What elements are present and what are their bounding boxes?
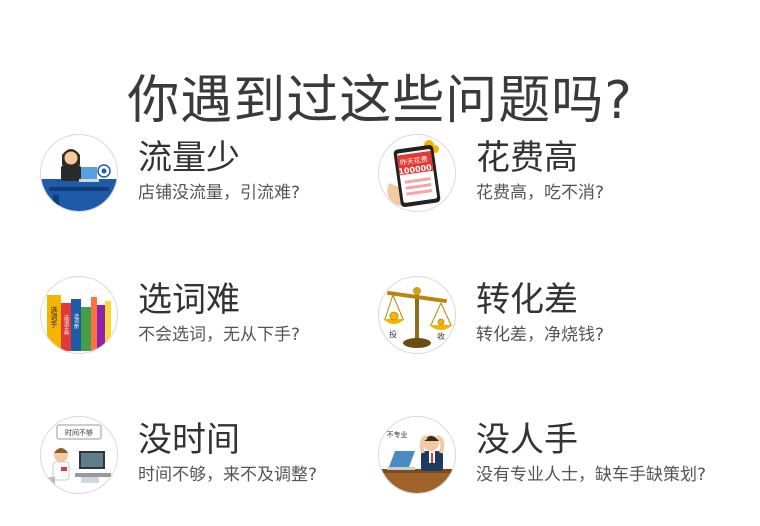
problem-desc: 不会选词，无从下手?: [138, 325, 301, 345]
problem-card-traffic: 流量少 店铺没流量，引流难?: [40, 134, 380, 214]
frustrated-worker-icon: 不专业: [378, 416, 456, 494]
problem-title: 没时间: [138, 420, 240, 460]
bubble-text: 时间不够: [65, 428, 93, 437]
sign-text: 不专业: [387, 430, 408, 439]
book-label-1: 选词手: [50, 306, 58, 329]
problem-desc: 转化差，净烧钱?: [476, 325, 605, 345]
problem-title: 没人手: [476, 420, 578, 460]
problem-title: 流量少: [138, 138, 240, 178]
scale-label-left: 投: [389, 329, 397, 339]
scale-label-right: 收: [437, 331, 445, 341]
problem-desc: 花费高，吃不消?: [476, 183, 605, 203]
problem-title: 选词难: [138, 280, 240, 320]
books-icon: 选词手 选词字典 选词册: [40, 276, 118, 354]
problem-title: 花费高: [476, 138, 578, 178]
problem-card-keywords: 选词手 选词字典 选词册 选词难 不会选词，无从下手?: [40, 276, 380, 356]
balance-scale-icon: 投 收: [378, 276, 456, 354]
problem-title: 转化差: [476, 280, 578, 320]
problem-card-cost: 昨天花费 100000 花费高 花费高，吃不消?: [378, 134, 718, 214]
problem-desc: 店铺没流量，引流难?: [138, 183, 301, 203]
problem-card-time: 时间不够 没时间 时间不够，来不及调整?: [40, 416, 380, 496]
problem-desc: 没有专业人士，缺车手缺策划?: [476, 465, 707, 485]
customer-service-icon: [40, 134, 118, 212]
problem-desc: 时间不够，来不及调整?: [138, 465, 318, 485]
problem-card-conversion: 投 收 转化差 转化差，净烧钱?: [378, 276, 718, 356]
page-title: 你遇到过这些问题吗?: [127, 70, 633, 131]
problem-card-staff: 不专业 没人手 没有专业人士，缺车手缺策划?: [378, 416, 718, 496]
phone-bill-icon: 昨天花费 100000: [378, 134, 456, 212]
book-label-2: 选词字典: [63, 314, 69, 336]
busy-worker-icon: 时间不够: [40, 416, 118, 494]
book-label-3: 选词册: [73, 313, 79, 330]
